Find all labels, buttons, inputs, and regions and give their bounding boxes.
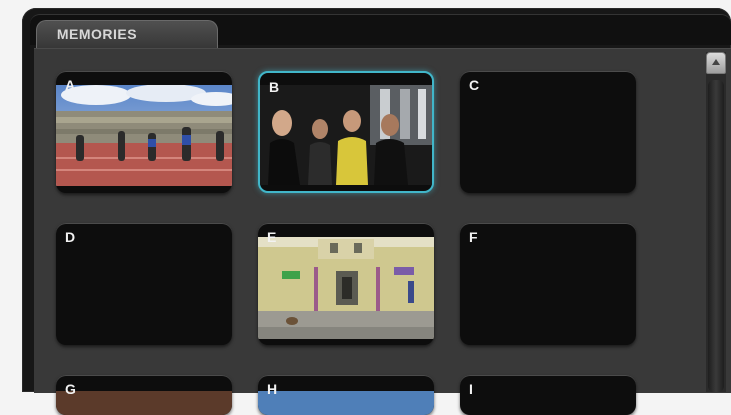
slot-letter: G [65,381,76,397]
slot-letter: I [469,381,473,397]
memory-slot-a[interactable]: A [56,71,232,193]
slot-letter: F [469,229,478,245]
scrollbar-thumb[interactable] [708,80,724,392]
slot-letter: B [269,79,280,95]
slot-letter: H [267,381,278,397]
slot-letter: E [267,229,277,245]
memory-slot-c[interactable]: C [460,71,636,193]
tab-memories[interactable]: MEMORIES [36,20,218,50]
memory-slot-d[interactable]: D [56,223,232,345]
memory-slot-g[interactable]: G [56,375,232,415]
memory-slot-i[interactable]: I [460,375,636,415]
scroll-up-button[interactable] [706,52,726,74]
slot-letter: A [65,77,76,93]
memory-thumbnail-g [56,391,232,415]
tab-memories-label: MEMORIES [56,26,138,42]
memory-slot-e[interactable]: E [258,223,434,345]
memories-grid: A B C D E F G H I [34,48,731,415]
memory-slot-f[interactable]: F [460,223,636,345]
memory-slot-h[interactable]: H [258,375,434,415]
slot-letter: D [65,229,76,245]
memory-thumbnail-e [258,237,434,339]
memory-thumbnail-b [260,85,432,185]
memory-slot-b[interactable]: B [258,71,434,193]
chevron-up-icon [712,59,720,65]
memory-thumbnail-h [258,391,434,415]
memory-thumbnail-a [56,85,232,186]
slot-letter: C [469,77,480,93]
